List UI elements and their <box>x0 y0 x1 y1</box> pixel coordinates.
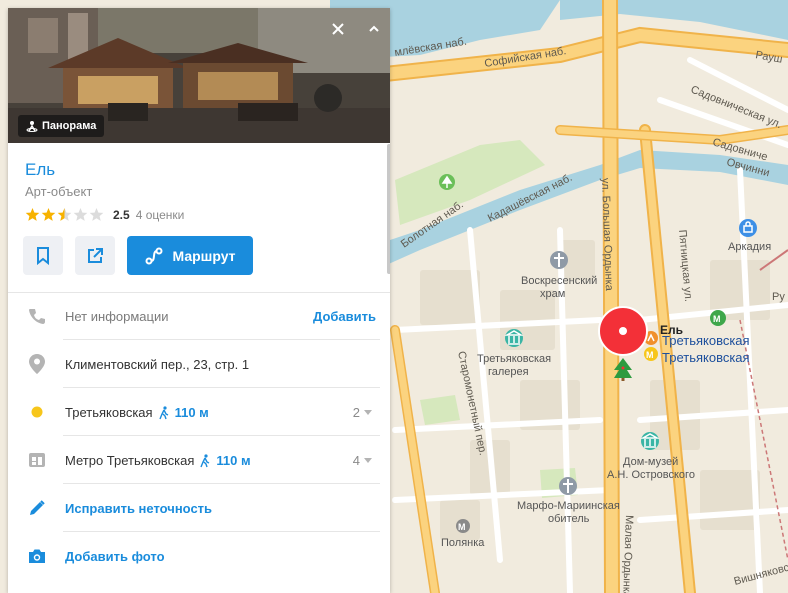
rating-value: 2.5 <box>113 208 130 222</box>
place-card: Панорама Ель Арт-объект 2.5 4 оценки Мар… <box>8 8 390 593</box>
metro-station-row[interactable]: Метро Третьяковская 110 м 4 <box>8 436 390 484</box>
svg-text:M: M <box>646 350 654 360</box>
svg-text:Полянка: Полянка <box>441 537 485 549</box>
walk-icon <box>200 453 210 467</box>
metro-station-walk-distance: 110 м <box>216 453 251 468</box>
phone-icon <box>26 305 48 327</box>
svg-text:обитель: обитель <box>548 513 590 525</box>
svg-text:храм: храм <box>540 288 565 300</box>
fix-error-link[interactable]: Исправить неточность <box>65 501 212 516</box>
scrollbar[interactable] <box>387 144 390 274</box>
svg-text:Воскресенский: Воскресенский <box>521 275 597 287</box>
star-filled-icon <box>41 208 56 221</box>
route-button[interactable]: Маршрут <box>127 236 253 275</box>
address-text: Климентовский пер., 23, стр. 1 <box>65 357 250 372</box>
panorama-icon <box>26 121 38 132</box>
add-phone-link[interactable]: Добавить <box>313 309 376 324</box>
bookmark-button[interactable] <box>23 236 63 275</box>
location-pin-icon <box>26 353 48 375</box>
svg-text:M: M <box>458 522 466 532</box>
metro-walk-distance: 110 м <box>174 405 209 420</box>
svg-text:M: M <box>713 314 721 324</box>
svg-text:Третьяковская: Третьяковская <box>662 350 750 365</box>
rating[interactable]: 2.5 4 оценки <box>25 207 184 223</box>
svg-text:А.Н. Островского: А.Н. Островского <box>607 469 695 481</box>
camera-icon <box>26 545 48 567</box>
metro-dot-icon <box>26 401 48 423</box>
pencil-icon <box>26 497 48 519</box>
svg-text:Дом-музей: Дом-музей <box>623 456 678 468</box>
share-button[interactable] <box>75 236 115 275</box>
route-icon <box>145 247 163 264</box>
fix-error-row[interactable]: Исправить неточность <box>8 484 390 532</box>
share-icon <box>88 247 103 263</box>
route-label: Маршрут <box>172 247 236 264</box>
metro-building-icon <box>26 449 48 471</box>
chevron-up-icon <box>369 25 379 32</box>
svg-text:Третьяковская: Третьяковская <box>477 353 551 365</box>
park-icon <box>439 174 455 190</box>
metro-station-count-toggle[interactable]: 4 <box>353 453 372 468</box>
svg-text:Марфо-Мариинская: Марфо-Мариинская <box>517 500 620 512</box>
panorama-badge[interactable]: Панорама <box>18 115 105 137</box>
phone-text: Нет информации <box>65 309 169 324</box>
svg-text:Аркадия: Аркадия <box>728 241 771 253</box>
panorama-photo[interactable]: Панорама <box>8 8 390 143</box>
place-category: Арт-объект <box>25 184 93 199</box>
metro-count-toggle[interactable]: 2 <box>353 405 372 420</box>
add-photo-link[interactable]: Добавить фото <box>65 549 165 564</box>
add-photo-row[interactable]: Добавить фото <box>8 532 390 580</box>
bookmark-icon <box>37 246 49 265</box>
metro-name: Третьяковская <box>65 405 153 420</box>
star-filled-icon <box>25 208 40 221</box>
collapse-button[interactable] <box>359 14 389 44</box>
metro-row[interactable]: Третьяковская 110 м 2 <box>8 388 390 436</box>
street-ru: Ру <box>772 291 785 303</box>
triangle-down-icon <box>364 409 372 415</box>
rating-count[interactable]: 4 оценки <box>136 208 185 222</box>
panorama-label: Панорама <box>42 120 97 132</box>
phone-row: Нет информации Добавить <box>8 292 390 340</box>
address-row[interactable]: Климентовский пер., 23, стр. 1 <box>8 340 390 388</box>
park-2 <box>420 395 460 425</box>
triangle-down-icon <box>364 457 372 463</box>
walk-icon <box>158 405 168 419</box>
metro-station-name: Метро Третьяковская <box>65 453 195 468</box>
close-icon <box>332 23 344 35</box>
star-empty-icon <box>89 208 104 221</box>
close-button[interactable] <box>323 14 353 44</box>
star-half-icon <box>57 208 72 221</box>
svg-text:галерея: галерея <box>488 366 529 378</box>
svg-text:Ель: Ель <box>660 323 683 337</box>
place-title[interactable]: Ель <box>25 160 55 180</box>
star-empty-icon <box>73 208 88 221</box>
metro-station-green: M <box>710 310 726 326</box>
